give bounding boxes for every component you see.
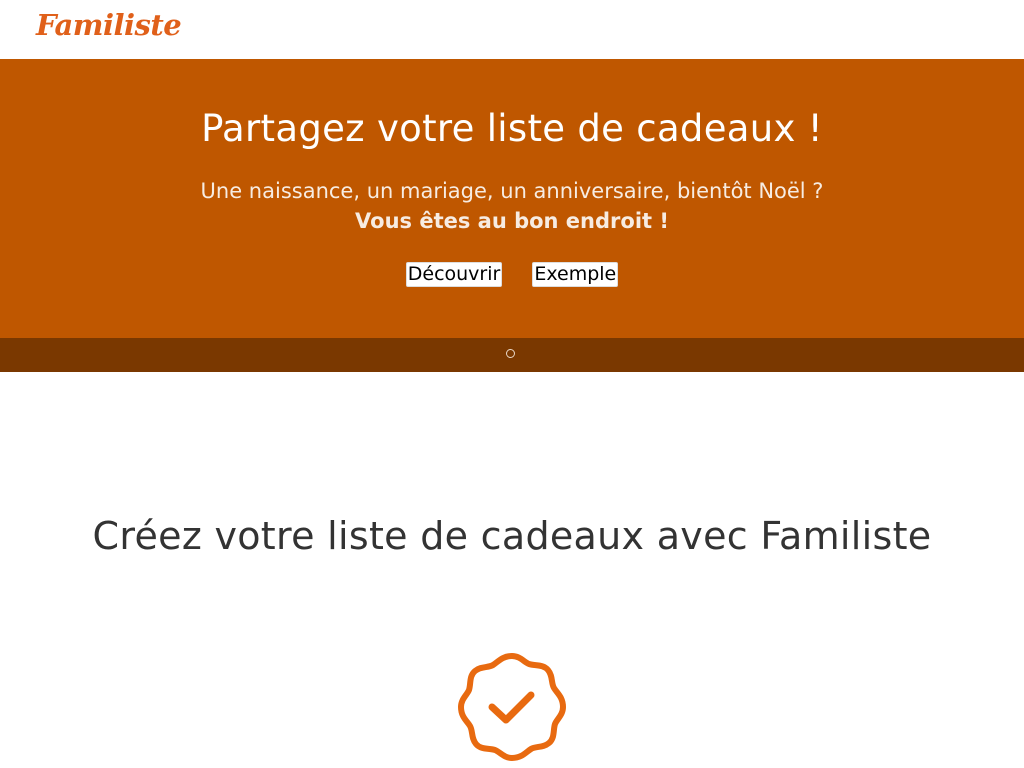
hero-subtitle-bold: Vous êtes au bon endroit !	[355, 209, 669, 233]
carousel-dot[interactable]	[506, 349, 515, 358]
hero-banner: Partagez votre liste de cadeaux ! Une na…	[0, 59, 1024, 338]
top-navbar: Familiste	[0, 0, 1024, 59]
hero-buttons: Découvrir Exemple	[0, 262, 1024, 287]
carousel-indicator-bar	[0, 338, 1024, 372]
hero-subtitle: Une naissance, un mariage, un anniversai…	[200, 179, 824, 203]
badge-outline	[457, 652, 567, 762]
familiste-logo[interactable]: Familiste	[36, 8, 182, 42]
section-title: Créez votre liste de cadeaux avec Famili…	[92, 514, 932, 558]
check-mark-icon	[488, 691, 535, 724]
decouvrir-button[interactable]: Découvrir	[405, 262, 503, 287]
verified-badge-icon	[457, 652, 567, 762]
exemple-button[interactable]: Exemple	[532, 262, 619, 287]
hero-title: Partagez votre liste de cadeaux !	[201, 107, 823, 150]
